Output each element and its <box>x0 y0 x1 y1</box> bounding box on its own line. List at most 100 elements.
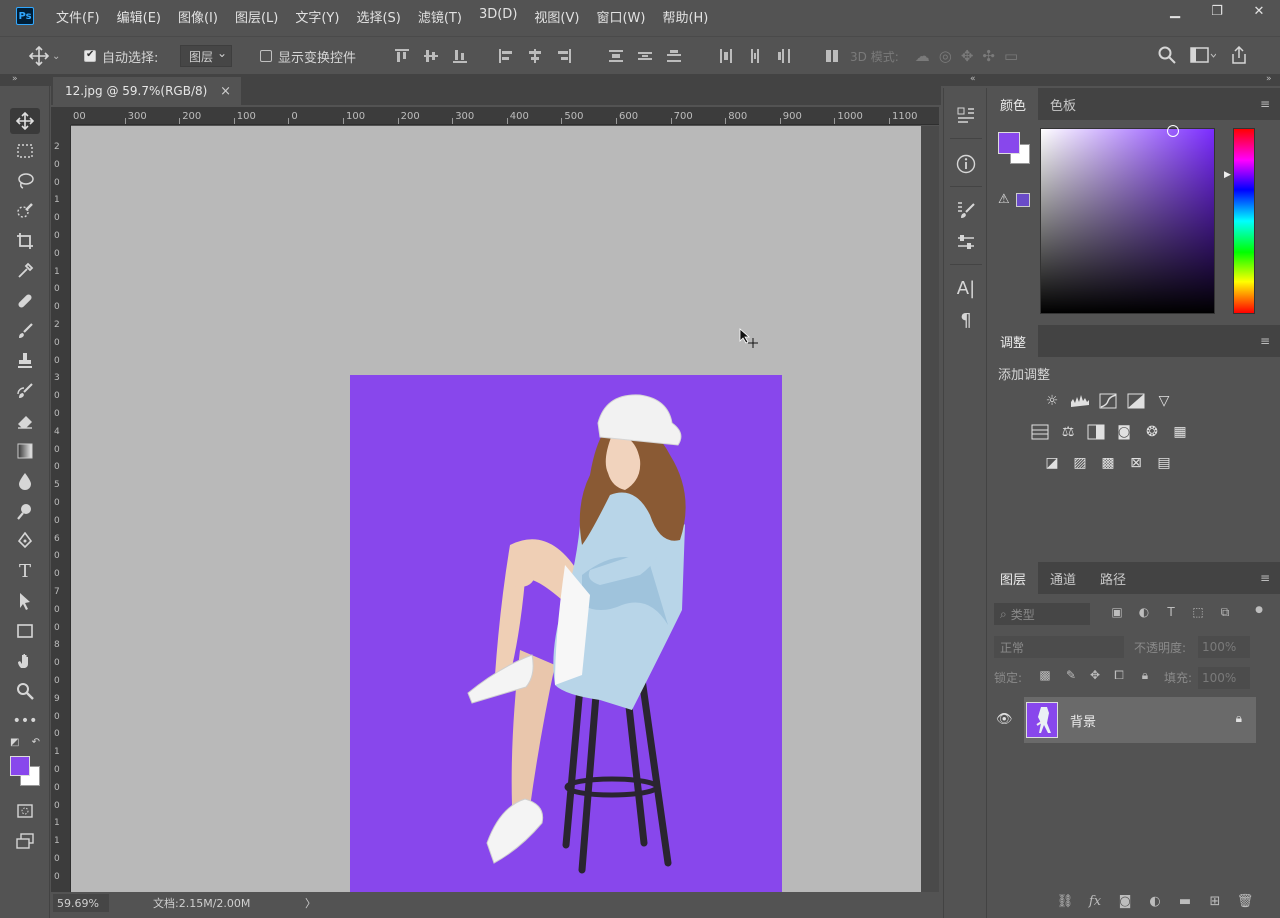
blend-mode-select[interactable]: 正常 <box>994 636 1124 658</box>
clone-stamp-tool[interactable] <box>10 348 40 374</box>
lasso-tool[interactable] <box>10 168 40 194</box>
align-bottom-icon[interactable] <box>450 46 470 66</box>
filter-type-icon[interactable]: T <box>1162 605 1180 619</box>
lock-image-icon[interactable]: ✎ <box>1062 668 1080 682</box>
pen-tool[interactable] <box>10 528 40 554</box>
new-group-icon[interactable]: ▬ <box>1176 894 1194 909</box>
gamut-warning-swatch[interactable] <box>1016 193 1030 207</box>
rectangle-tool[interactable] <box>10 618 40 644</box>
properties-panel-button[interactable] <box>954 152 978 176</box>
tab-adjustments[interactable]: 调整 <box>988 325 1039 357</box>
brush-tool[interactable] <box>10 318 40 344</box>
blur-tool[interactable] <box>10 468 40 494</box>
vertical-ruler[interactable]: 2 0 0 1 0 0 0 1 0 0 2 0 0 3 0 0 4 0 0 5 0 0 6 0 0 7 0 0 8 0 0 9 0 0 1 0 0 0 1 1… <box>51 125 71 892</box>
menu-window[interactable]: 窗口(W) <box>596 7 653 26</box>
menu-edit[interactable]: 编辑(E) <box>117 7 169 26</box>
curves-icon[interactable] <box>1098 391 1118 411</box>
menu-file[interactable]: 文件(F) <box>56 7 108 26</box>
swap-colors[interactable]: ◩ ↶ <box>10 734 40 750</box>
tab-swatches[interactable]: 色板 <box>1038 88 1088 120</box>
type-tool[interactable]: T <box>10 558 40 584</box>
move-tool-preset[interactable]: ⌄ <box>28 37 60 75</box>
black-white-icon[interactable] <box>1086 422 1106 442</box>
opacity-field[interactable]: 100% <box>1198 636 1250 658</box>
distribute-bottom-icon[interactable] <box>664 46 684 66</box>
threshold-icon[interactable]: ▩ <box>1098 453 1118 473</box>
show-transform-checkbox[interactable] <box>260 50 272 62</box>
document-tab[interactable]: 12.jpg @ 59.7%(RGB/8) × <box>53 77 241 105</box>
color-lookup-icon[interactable]: ▦ <box>1170 422 1190 442</box>
filter-pixel-icon[interactable]: ▣ <box>1108 605 1126 619</box>
menu-layer[interactable]: 图层(L) <box>235 7 286 26</box>
ruler-origin[interactable] <box>51 107 71 125</box>
hand-tool[interactable] <box>10 648 40 674</box>
lock-transparent-icon[interactable]: ▩ <box>1036 668 1054 682</box>
brush-settings-button[interactable] <box>954 198 978 222</box>
auto-align-icon[interactable] <box>822 46 842 66</box>
horizontal-ruler[interactable]: 00 300 200 100 0 100 200 300 400 500 600 700 800 900 1… <box>71 107 939 125</box>
pasteboard[interactable] <box>71 126 921 894</box>
auto-select-option[interactable]: 自动选择: <box>84 37 158 75</box>
status-menu-arrow[interactable]: 〉 <box>305 895 316 911</box>
filter-adjustment-icon[interactable]: ◐ <box>1135 605 1153 619</box>
paragraph-panel-button[interactable]: ¶ <box>954 308 978 332</box>
link-layers-icon[interactable]: ⛓ <box>1056 894 1074 909</box>
layer-row-background[interactable]: 背景 🔒︎ <box>1024 697 1256 743</box>
filter-shape-icon[interactable]: ⬚ <box>1189 605 1207 619</box>
invert-icon[interactable]: ◪ <box>1042 453 1062 473</box>
crop-tool[interactable] <box>10 228 40 254</box>
posterize-icon[interactable]: ▨ <box>1070 453 1090 473</box>
new-layer-icon[interactable]: ⊞ <box>1206 894 1224 909</box>
foreground-color-swatch[interactable] <box>10 756 30 776</box>
vibrance-icon[interactable]: ▽ <box>1154 391 1174 411</box>
menu-3d[interactable]: 3D(D) <box>479 7 525 26</box>
fill-field[interactable]: 100% <box>1198 667 1250 689</box>
fx-icon[interactable]: fx <box>1086 894 1104 909</box>
collapse-panels-icon[interactable]: » <box>1266 74 1272 84</box>
tab-layers[interactable]: 图层 <box>988 562 1039 594</box>
brightness-contrast-icon[interactable]: ☼ <box>1042 391 1062 411</box>
color-swatches[interactable] <box>10 756 42 788</box>
more-tools[interactable]: ••• <box>10 708 40 734</box>
hue-slider[interactable] <box>1233 128 1255 314</box>
distribute-left-icon[interactable] <box>716 46 736 66</box>
close-window-button[interactable]: ✕ <box>1238 0 1280 22</box>
eyedropper-tool[interactable] <box>10 258 40 284</box>
auto-select-target-select[interactable]: 图层 <box>180 45 233 67</box>
photo-filter-icon[interactable]: ◙ <box>1114 422 1134 442</box>
show-transform-option[interactable]: 显示变换控件 <box>260 37 356 75</box>
distribute-hcenter-icon[interactable] <box>745 46 765 66</box>
zoom-tool[interactable] <box>10 678 40 704</box>
layer-filter-field[interactable]: ⌕ 类型 <box>994 603 1090 625</box>
character-panel-button[interactable]: A| <box>954 276 978 300</box>
add-mask-icon[interactable]: ◙ <box>1116 894 1134 909</box>
align-hcenter-icon[interactable] <box>525 46 545 66</box>
menu-view[interactable]: 视图(V) <box>534 7 587 26</box>
share-icon[interactable] <box>1230 45 1248 67</box>
delete-layer-icon[interactable]: 🗑︎ <box>1236 894 1254 909</box>
tab-paths[interactable]: 路径 <box>1088 562 1138 594</box>
layer-lock-icon[interactable]: 🔒︎ <box>1236 711 1242 726</box>
menu-select[interactable]: 选择(S) <box>356 7 408 26</box>
filter-smart-object-icon[interactable]: ⧉ <box>1216 605 1234 620</box>
auto-select-checkbox[interactable] <box>84 49 96 62</box>
gradient-tool[interactable] <box>10 438 40 464</box>
hue-saturation-icon[interactable] <box>1030 422 1050 442</box>
menu-image[interactable]: 图像(I) <box>178 7 226 26</box>
color-picker-ring[interactable] <box>1167 125 1179 137</box>
lock-all-icon[interactable]: 🔒︎ <box>1136 668 1154 683</box>
saturation-value-field[interactable] <box>1040 125 1215 314</box>
color-panel-foreground[interactable] <box>998 132 1020 154</box>
distribute-right-icon[interactable] <box>774 46 794 66</box>
align-right-icon[interactable] <box>554 46 574 66</box>
tab-color[interactable]: 颜色 <box>988 88 1039 120</box>
workspace-icon[interactable] <box>1190 46 1217 67</box>
tab-channels[interactable]: 通道 <box>1038 562 1088 594</box>
gradient-map-icon[interactable]: ▤ <box>1154 453 1174 473</box>
move-tool[interactable] <box>10 108 40 134</box>
align-top-icon[interactable] <box>392 46 412 66</box>
panel-menu-icon[interactable]: ≡ <box>1260 571 1270 585</box>
dodge-tool[interactable] <box>10 498 40 524</box>
filter-toggle-icon[interactable]: ● <box>1250 605 1268 615</box>
menu-type[interactable]: 文字(Y) <box>295 7 347 26</box>
